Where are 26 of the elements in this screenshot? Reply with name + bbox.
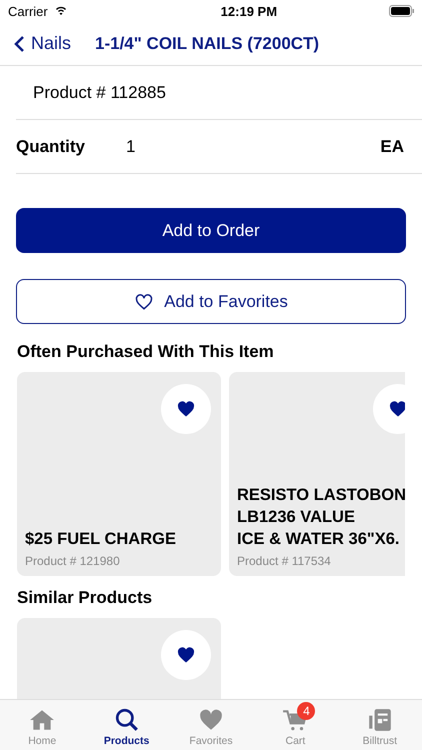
quantity-label: Quantity [16, 136, 86, 156]
document-icon [366, 707, 393, 733]
product-number: Product # 117534 [237, 554, 332, 568]
section-heading: Similar Products [17, 588, 154, 608]
cart-badge: 4 [297, 702, 316, 720]
favorite-button[interactable] [161, 630, 211, 680]
search-icon [114, 707, 140, 733]
section-heading: Often Purchased With This Item [17, 342, 275, 362]
tab-bar-item[interactable]: Cart 4 [253, 700, 338, 750]
chevron-left-icon [14, 34, 25, 52]
heart-outline-icon [134, 292, 154, 310]
add-to-order-button[interactable]: Add to Order [16, 208, 406, 253]
unit-label: EA [380, 136, 404, 156]
tab-bar-item[interactable]: Products [84, 700, 169, 750]
clock: 12:19 PM [220, 4, 278, 18]
product-title: $25 FUEL CHARGE [25, 529, 177, 550]
battery-icon [388, 5, 414, 17]
quantity-value[interactable]: 1 [126, 136, 380, 156]
carrier-label: Carrier [8, 4, 48, 18]
back-button[interactable]: Nails [10, 33, 76, 54]
page-title: 1-1/4" COIL NAILS (7200CT) [95, 34, 320, 54]
product-number: Product # 112885 [33, 82, 166, 102]
product-title: RESISTO LASTOBON LB1236 VALUE ICE & WATER 36"X6. [237, 485, 405, 550]
product-number: Product # 121980 [25, 554, 121, 568]
add-to-favorites-button[interactable]: Add to Favorites [16, 279, 406, 324]
favorite-button[interactable] [161, 384, 211, 434]
